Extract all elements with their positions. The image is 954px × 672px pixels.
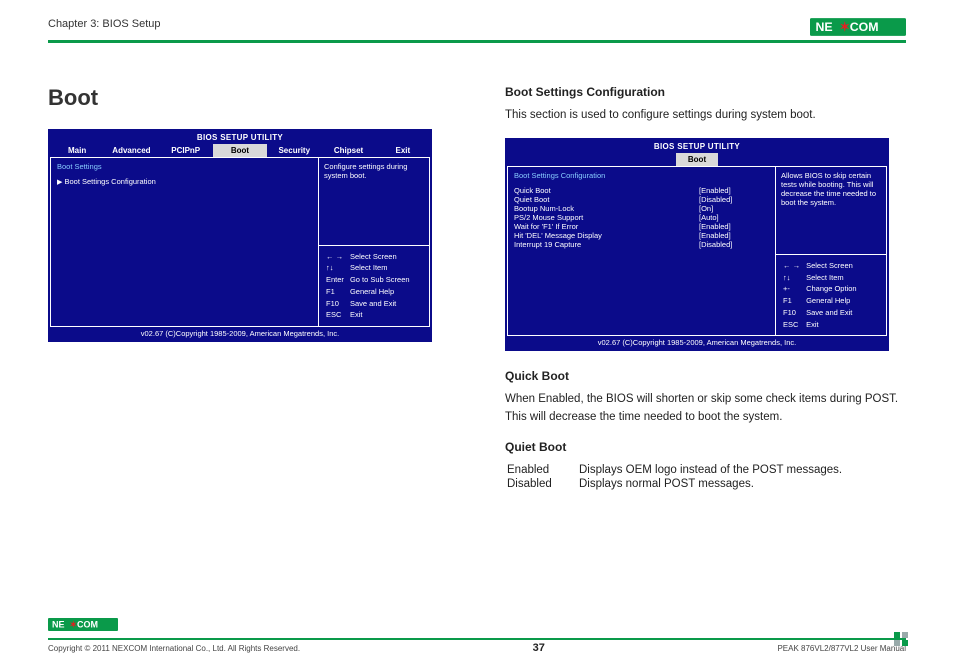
svg-text:NE: NE — [815, 20, 832, 34]
bios-tab-advanced: Advanced — [104, 144, 158, 157]
bios-option-row: PS/2 Mouse Support — [514, 213, 699, 222]
bios-option-row: Wait for 'F1' If Error — [514, 222, 699, 231]
bios-option-row: Hit 'DEL' Message Display — [514, 231, 699, 240]
option-key: Disabled — [507, 478, 577, 490]
bios-tab-security: Security — [267, 144, 321, 157]
bios-tab-main: Main — [50, 144, 104, 157]
bios-tab-pcipnp: PCIPnP — [159, 144, 213, 157]
footer-brand-logo: NE ✶ COM — [48, 618, 118, 631]
bios-option-value: [Disabled] — [699, 195, 769, 204]
bios-main-panel: Boot Settings Configuration Quick Boot Q… — [508, 167, 776, 335]
bios-nav-keys: ← →Select Screen ↑↓Select Item +-Change … — [776, 255, 886, 336]
page-number: 37 — [533, 642, 545, 654]
svg-text:✶: ✶ — [70, 620, 78, 630]
bios-option-value: [Enabled] — [699, 186, 769, 195]
bios-group-label: Boot Settings — [57, 162, 312, 171]
svg-text:NE: NE — [52, 620, 65, 630]
bios-screenshot-boot-settings: BIOS SETUP UTILITY Boot Boot Settings Co… — [505, 138, 889, 351]
bios-tab-chipset: Chipset — [321, 144, 375, 157]
option-desc: Displays normal POST messages. — [579, 478, 842, 490]
bios-option-row: Quick Boot — [514, 186, 699, 195]
bios-tab-boot: Boot — [676, 153, 718, 166]
brand-logo: NE ✶ COM — [810, 18, 906, 36]
bios-submenu-item: Boot Settings Configuration — [64, 177, 155, 186]
footer-manual-name: PEAK 876VL2/877VL2 User Manual — [777, 644, 906, 653]
section-heading: Boot Settings Configuration — [505, 85, 906, 99]
footer-ornament-icon — [894, 632, 908, 646]
bios-help-text: Allows BIOS to skip certain tests while … — [776, 167, 886, 255]
page-footer: NE ✶ COM Copyright © 2011 NEXCOM Interna… — [48, 618, 906, 654]
bios-copyright: v02.67 (C)Copyright 1985-2009, American … — [507, 336, 887, 349]
bios-title: BIOS SETUP UTILITY — [50, 131, 430, 144]
bios-option-row: Quiet Boot — [514, 195, 699, 204]
quick-boot-heading: Quick Boot — [505, 369, 906, 383]
quiet-boot-options: Enabled Displays OEM logo instead of the… — [505, 462, 844, 492]
section-intro: This section is used to configure settin… — [505, 107, 906, 124]
svg-text:COM: COM — [77, 620, 98, 630]
bios-option-value: [Auto] — [699, 213, 769, 222]
svg-text:✶: ✶ — [839, 20, 849, 34]
bios-tabs: Boot — [507, 153, 887, 166]
bios-option-value: [Enabled] — [699, 222, 769, 231]
bios-tab-exit: Exit — [376, 144, 430, 157]
left-column: Boot BIOS SETUP UTILITY Main Advanced PC… — [48, 85, 449, 492]
bios-main-panel: Boot Settings ▶ Boot Settings Configurat… — [51, 158, 319, 326]
footer-copyright: Copyright © 2011 NEXCOM International Co… — [48, 644, 300, 653]
bios-option-row: Bootup Num-Lock — [514, 204, 699, 213]
svg-text:COM: COM — [850, 20, 879, 34]
bios-title: BIOS SETUP UTILITY — [507, 140, 887, 153]
option-key: Enabled — [507, 464, 577, 476]
header-bar: Chapter 3: BIOS Setup NE ✶ COM — [48, 18, 906, 43]
bios-option-value: [Enabled] — [699, 231, 769, 240]
page-title: Boot — [48, 85, 449, 111]
bios-nav-keys: ← →Select Screen ↑↓Select Item EnterGo t… — [319, 246, 429, 327]
submenu-arrow-icon: ▶ — [57, 179, 62, 186]
right-column: Boot Settings Configuration This section… — [505, 85, 906, 492]
bios-copyright: v02.67 (C)Copyright 1985-2009, American … — [50, 327, 430, 340]
quick-boot-text: When Enabled, the BIOS will shorten or s… — [505, 391, 906, 426]
bios-option-value: [Disabled] — [699, 240, 769, 249]
bios-tabs: Main Advanced PCIPnP Boot Security Chips… — [50, 144, 430, 157]
bios-option-value: [On] — [699, 204, 769, 213]
bios-screenshot-boot-menu: BIOS SETUP UTILITY Main Advanced PCIPnP … — [48, 129, 432, 342]
bios-option-row: Interrupt 19 Capture — [514, 240, 699, 249]
option-desc: Displays OEM logo instead of the POST me… — [579, 464, 842, 476]
chapter-label: Chapter 3: BIOS Setup — [48, 18, 161, 30]
bios-help-text: Configure settings during system boot. — [319, 158, 429, 246]
quiet-boot-heading: Quiet Boot — [505, 440, 906, 454]
bios-tab-boot: Boot — [213, 144, 267, 157]
bios-group-label: Boot Settings Configuration — [514, 171, 699, 180]
